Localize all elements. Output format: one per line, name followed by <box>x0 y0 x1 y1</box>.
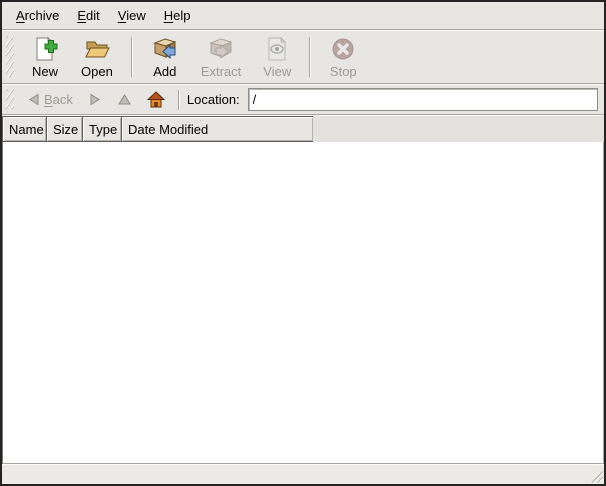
locationbar-separator <box>178 90 180 110</box>
stop-icon <box>329 35 357 63</box>
menu-label-mnemonic: A <box>16 8 25 23</box>
location-label: Location: <box>187 92 240 107</box>
extract-button[interactable]: Extract <box>192 32 250 82</box>
menu-label-post: iew <box>126 8 146 23</box>
menu-label-mnemonic: H <box>164 8 173 23</box>
menu-help[interactable]: Help <box>155 4 200 27</box>
view-file-icon <box>263 35 291 63</box>
resize-grip-icon[interactable] <box>587 467 603 483</box>
column-header-filler <box>313 116 604 142</box>
toolbar-button-label: Add <box>153 64 176 79</box>
file-list-header: Name Size Type Date Modified <box>2 116 604 142</box>
menu-view[interactable]: View <box>109 4 155 27</box>
menu-archive[interactable]: Archive <box>7 4 68 27</box>
stop-button[interactable]: Stop <box>320 32 366 82</box>
back-button[interactable]: Back <box>22 90 78 109</box>
column-header-name[interactable]: Name <box>2 116 47 142</box>
menu-label-mnemonic: V <box>118 8 126 23</box>
toolbar-button-label: Stop <box>330 64 357 79</box>
main-toolbar: New Open Add <box>2 31 604 83</box>
toolbar-separator <box>309 37 311 77</box>
home-button[interactable] <box>142 89 170 110</box>
up-arrow-icon <box>118 93 131 106</box>
view-button[interactable]: View <box>254 32 300 82</box>
menu-label-post: rchive <box>25 8 60 23</box>
column-header-type[interactable]: Type <box>82 116 122 142</box>
archive-manager-window: Archive Edit View Help New <box>0 0 606 486</box>
location-input[interactable] <box>248 88 598 111</box>
menu-label-post: elp <box>173 8 190 23</box>
location-bar: Back Location: <box>2 85 604 114</box>
toolbar-button-label: Extract <box>201 64 241 79</box>
toolbar-separator <box>131 37 133 77</box>
toolbar-button-label: New <box>32 64 58 79</box>
column-header-date-modified[interactable]: Date Modified <box>121 116 314 142</box>
extract-icon <box>207 35 235 63</box>
up-button[interactable] <box>113 91 136 108</box>
column-header-size[interactable]: Size <box>46 116 83 142</box>
toolbar-drag-handle[interactable] <box>6 36 14 78</box>
menu-label-post: dit <box>86 8 100 23</box>
menu-label-mnemonic: E <box>77 8 86 23</box>
menu-edit[interactable]: Edit <box>68 4 108 27</box>
back-arrow-icon <box>27 93 40 106</box>
new-button[interactable]: New <box>22 32 68 82</box>
back-label: Back <box>44 92 73 107</box>
menubar: Archive Edit View Help <box>2 2 604 29</box>
statusbar <box>2 464 604 484</box>
add-button[interactable]: Add <box>142 32 188 82</box>
toolbar-button-label: View <box>263 64 291 79</box>
add-to-archive-icon <box>151 35 179 63</box>
file-list-viewport[interactable] <box>2 142 604 464</box>
open-folder-icon <box>83 35 111 63</box>
home-icon <box>147 91 165 108</box>
toolbar-button-label: Open <box>81 64 113 79</box>
forward-button[interactable] <box>84 91 107 108</box>
forward-arrow-icon <box>89 93 102 106</box>
new-document-icon <box>31 35 59 63</box>
open-button[interactable]: Open <box>72 32 122 82</box>
locationbar-drag-handle[interactable] <box>6 89 14 110</box>
